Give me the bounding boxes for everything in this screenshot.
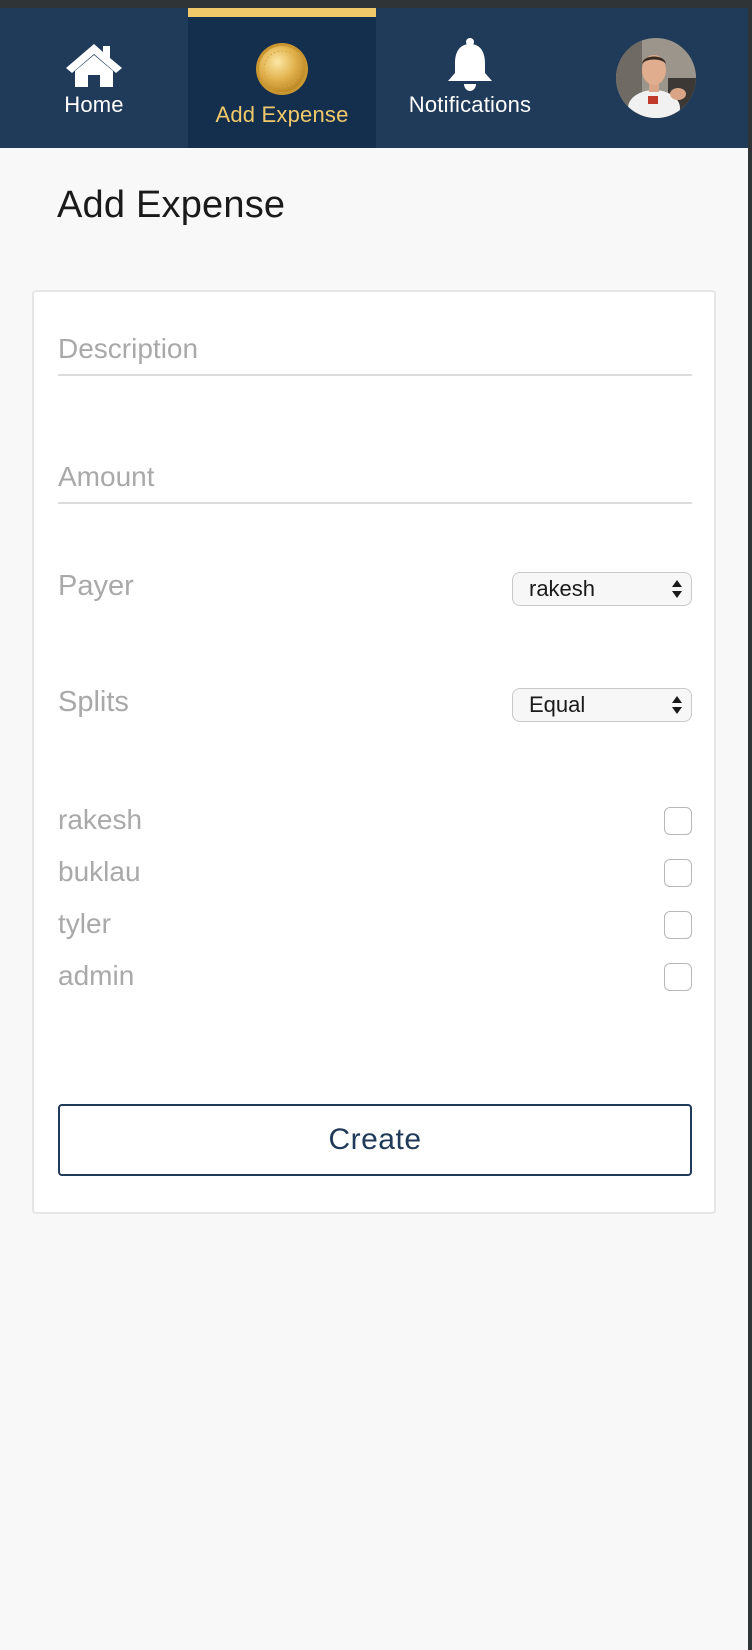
select-arrows-icon bbox=[672, 580, 682, 598]
nav-item-home[interactable]: Home bbox=[0, 8, 188, 148]
payer-label: Payer bbox=[58, 570, 134, 602]
member-label-tyler: tyler bbox=[58, 908, 111, 939]
window-right-edge bbox=[748, 0, 752, 1650]
amount-field bbox=[58, 438, 692, 504]
amount-input[interactable] bbox=[58, 438, 692, 502]
nav-item-notifications-label: Notifications bbox=[408, 92, 532, 117]
splits-select[interactable]: Equal bbox=[512, 688, 692, 722]
splits-select-value: Equal bbox=[529, 692, 586, 717]
select-arrows-icon bbox=[672, 696, 682, 714]
member-label-rakesh: rakesh bbox=[58, 804, 143, 835]
member-checkbox-rakesh[interactable] bbox=[664, 807, 692, 835]
user-avatar[interactable] bbox=[616, 38, 696, 118]
member-checkbox-admin[interactable] bbox=[664, 963, 692, 991]
member-label-admin: admin bbox=[58, 960, 135, 991]
nav-item-add-expense-label: Add Expense bbox=[215, 102, 349, 127]
top-navigation-bar: Home Add Expense Notifications bbox=[0, 8, 748, 148]
bell-icon bbox=[376, 34, 564, 96]
page-title: Add Expense bbox=[57, 184, 286, 226]
nav-item-notifications[interactable]: Notifications bbox=[376, 8, 564, 148]
home-icon bbox=[0, 34, 188, 96]
payer-select[interactable]: rakesh bbox=[512, 572, 692, 606]
member-checkbox-buklau[interactable] bbox=[664, 859, 692, 887]
description-field bbox=[58, 310, 692, 376]
add-expense-form: Payer rakesh Splits Equal rakesh buklau … bbox=[32, 290, 716, 1214]
payer-select-value: rakesh bbox=[529, 576, 596, 601]
member-checkbox-tyler[interactable] bbox=[664, 911, 692, 939]
create-button[interactable]: Create bbox=[58, 1104, 692, 1176]
nav-item-add-expense[interactable]: Add Expense bbox=[188, 8, 376, 148]
member-label-buklau: buklau bbox=[58, 856, 141, 887]
coin-icon bbox=[188, 38, 376, 100]
window-top-edge bbox=[0, 0, 752, 8]
splits-label: Splits bbox=[58, 686, 129, 718]
nav-item-home-label: Home bbox=[64, 92, 124, 117]
description-input[interactable] bbox=[58, 310, 692, 374]
